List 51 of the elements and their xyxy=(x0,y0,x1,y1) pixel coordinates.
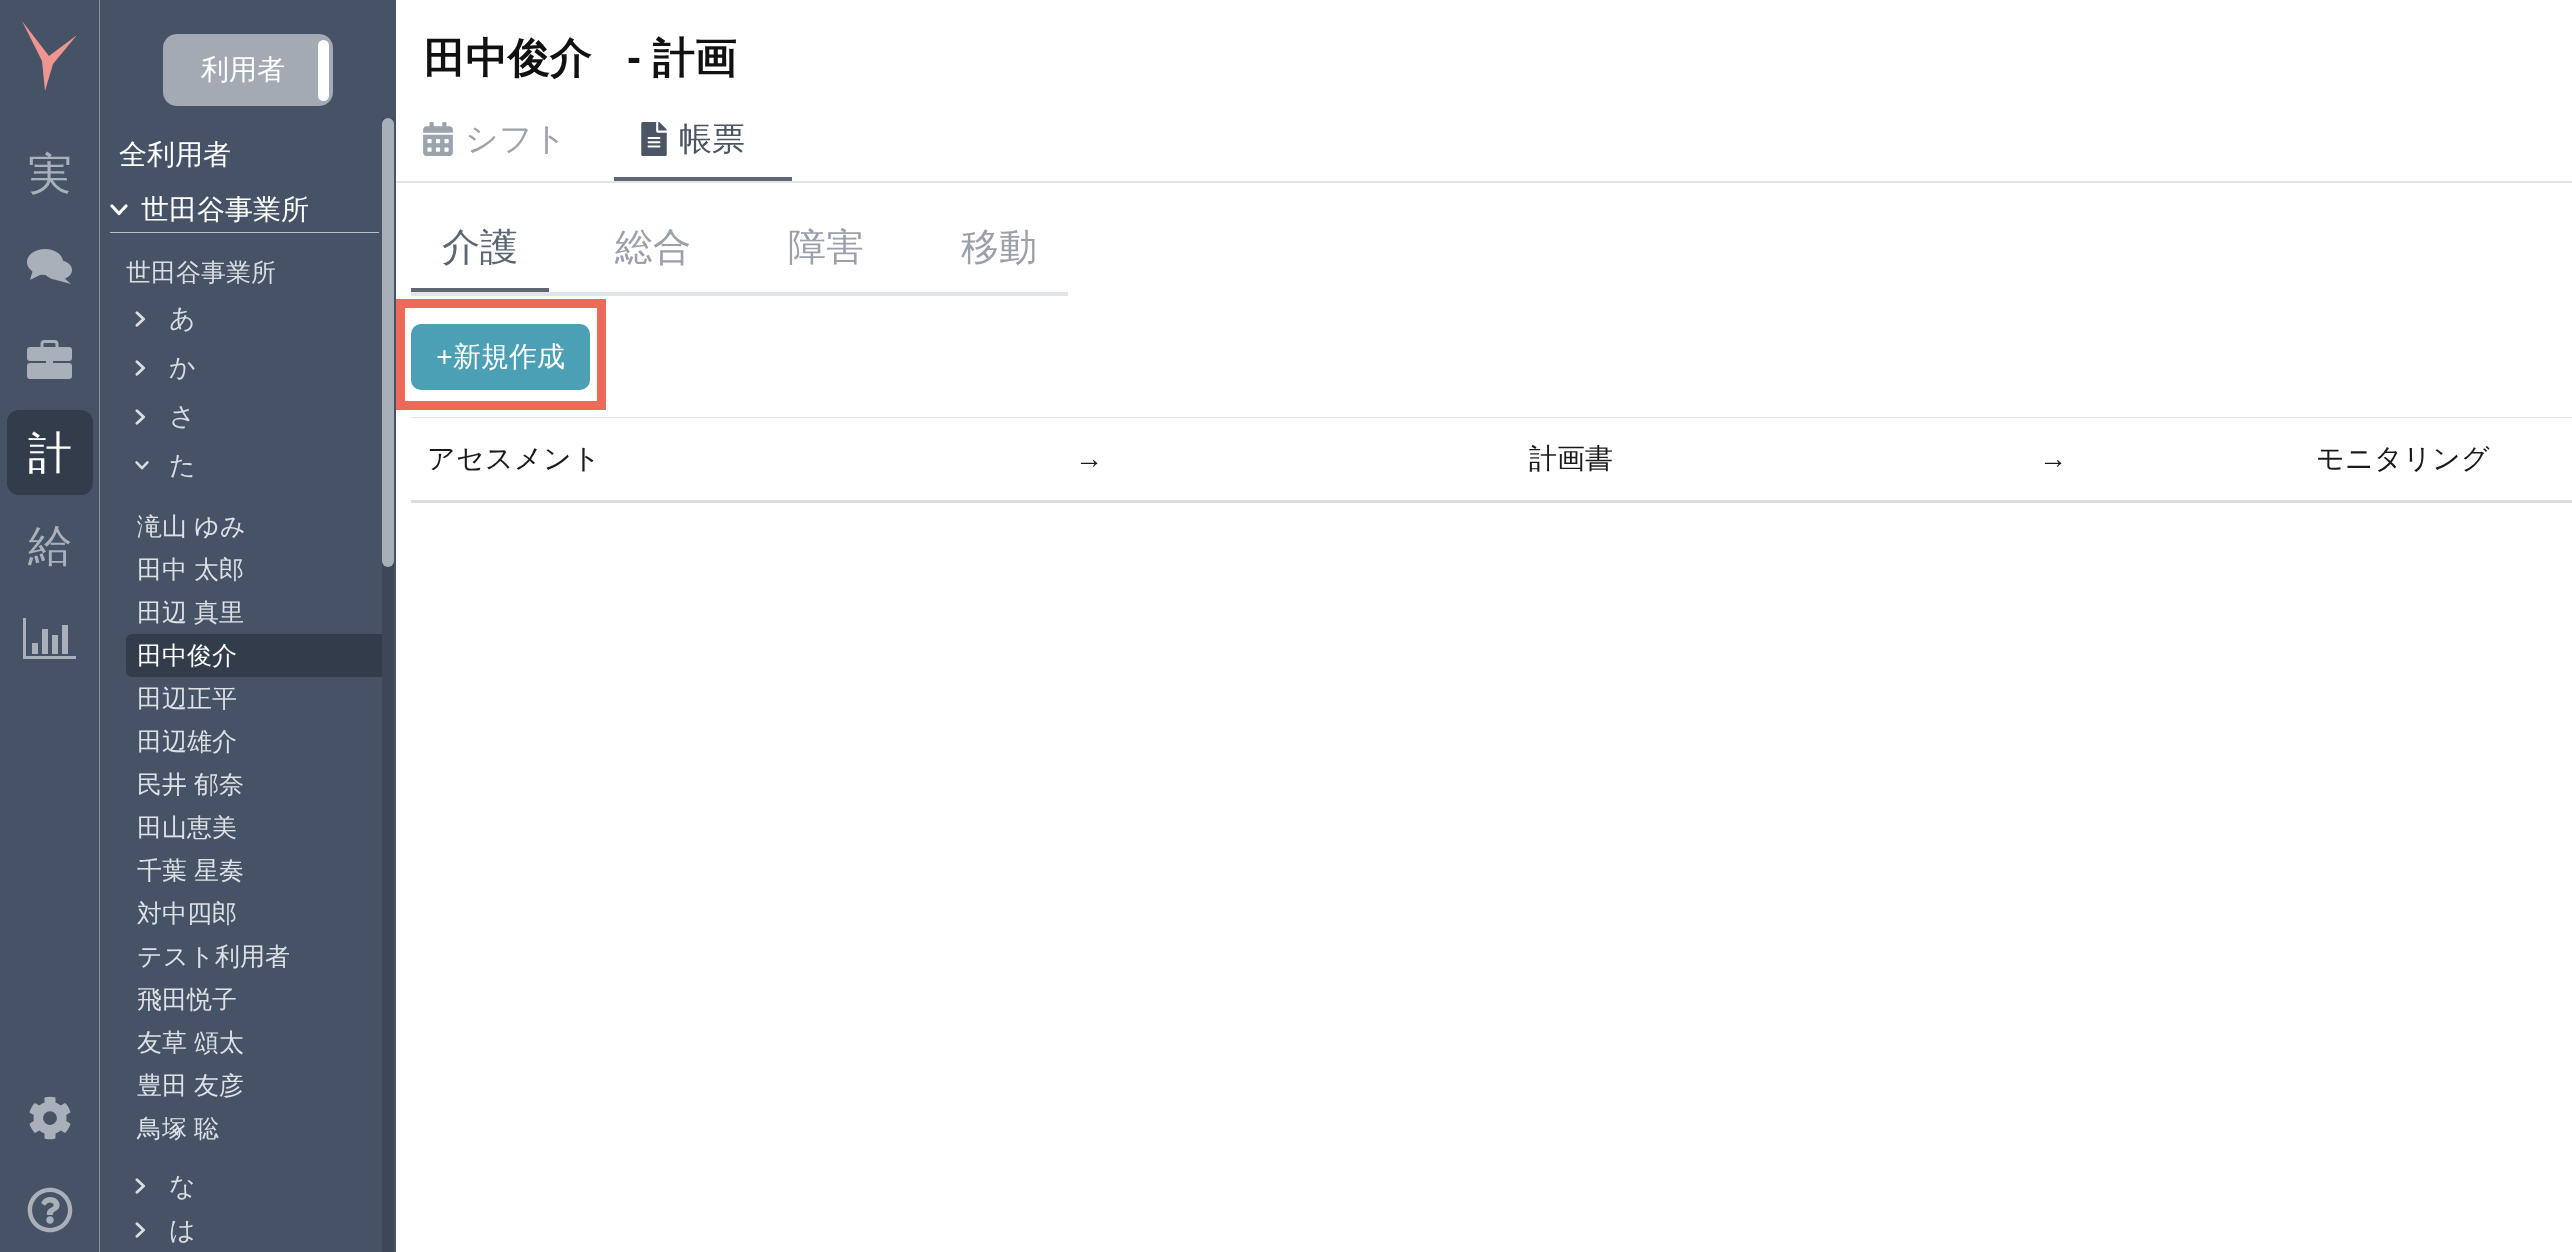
user-item[interactable]: 鳥塚 聡 xyxy=(126,1107,382,1150)
bar-chart-icon xyxy=(23,618,76,659)
user-item[interactable]: 田辺 真里 xyxy=(126,591,382,634)
bird-logo-icon xyxy=(22,21,77,91)
chevron-right-icon xyxy=(135,1178,146,1194)
nav-button[interactable]: 計 xyxy=(6,410,93,495)
all-users-item[interactable]: 全利用者 xyxy=(100,130,382,179)
kana-group[interactable]: か xyxy=(100,343,382,392)
user-item[interactable]: 田山恵美 xyxy=(126,806,382,849)
user-item[interactable]: 千葉 星奏 xyxy=(126,849,382,892)
document-icon xyxy=(641,122,667,156)
office-item[interactable]: 世田谷事業所 xyxy=(126,252,382,294)
kana-group[interactable]: な xyxy=(100,1164,382,1208)
view-tab[interactable]: 帳票 xyxy=(614,83,792,181)
user-item[interactable]: 豊田 友彦 xyxy=(126,1064,382,1107)
column-header: → xyxy=(2039,442,2067,476)
calendar-icon xyxy=(423,122,453,156)
chevron-right-icon xyxy=(135,1222,146,1238)
nav-button[interactable]: 給 xyxy=(6,503,93,588)
kana-group[interactable]: さ xyxy=(100,392,382,441)
nav-button[interactable]: 実 xyxy=(6,131,93,216)
user-item[interactable]: 民井 郁奈 xyxy=(126,763,382,806)
user-item[interactable]: 対中四郎 xyxy=(126,892,382,935)
help-icon xyxy=(26,1187,73,1233)
column-header: 計画書 xyxy=(1529,442,1613,476)
column-header: → xyxy=(1075,442,1103,476)
briefcase-icon xyxy=(27,340,72,379)
chevron-down-icon xyxy=(110,203,128,216)
user-item[interactable]: 田中俊介 xyxy=(126,634,382,677)
user-item[interactable]: 田中 太郎 xyxy=(126,548,382,591)
user-item[interactable]: 田辺雄介 xyxy=(126,720,382,763)
scrollbar-thumb[interactable] xyxy=(382,118,394,567)
user-item[interactable]: テスト利用者 xyxy=(126,935,382,978)
user-item[interactable]: 友草 頌太 xyxy=(126,1021,382,1064)
kana-group[interactable]: た xyxy=(100,441,382,490)
chevron-right-icon xyxy=(135,359,146,376)
settings-icon xyxy=(27,1096,72,1140)
kana-group[interactable]: は xyxy=(100,1208,382,1252)
chevron-right-icon xyxy=(135,310,146,327)
chat-bubbles-icon xyxy=(27,249,72,284)
column-header: モニタリング xyxy=(2315,442,2490,476)
chevron-down-icon xyxy=(135,460,149,471)
user-item[interactable]: 田辺正平 xyxy=(126,677,382,720)
kana-group[interactable]: あ xyxy=(100,294,382,343)
user-item[interactable]: 飛田悦子 xyxy=(126,978,382,1021)
chevron-right-icon xyxy=(135,408,146,425)
page-title: 田中俊介 - 計画 xyxy=(423,33,738,83)
user-item[interactable]: 滝山 ゆみ xyxy=(126,505,382,548)
category-tab[interactable]: 介護 xyxy=(411,206,549,292)
column-header: アセスメント xyxy=(427,442,601,476)
office-header[interactable]: 世田谷事業所 xyxy=(110,187,379,233)
